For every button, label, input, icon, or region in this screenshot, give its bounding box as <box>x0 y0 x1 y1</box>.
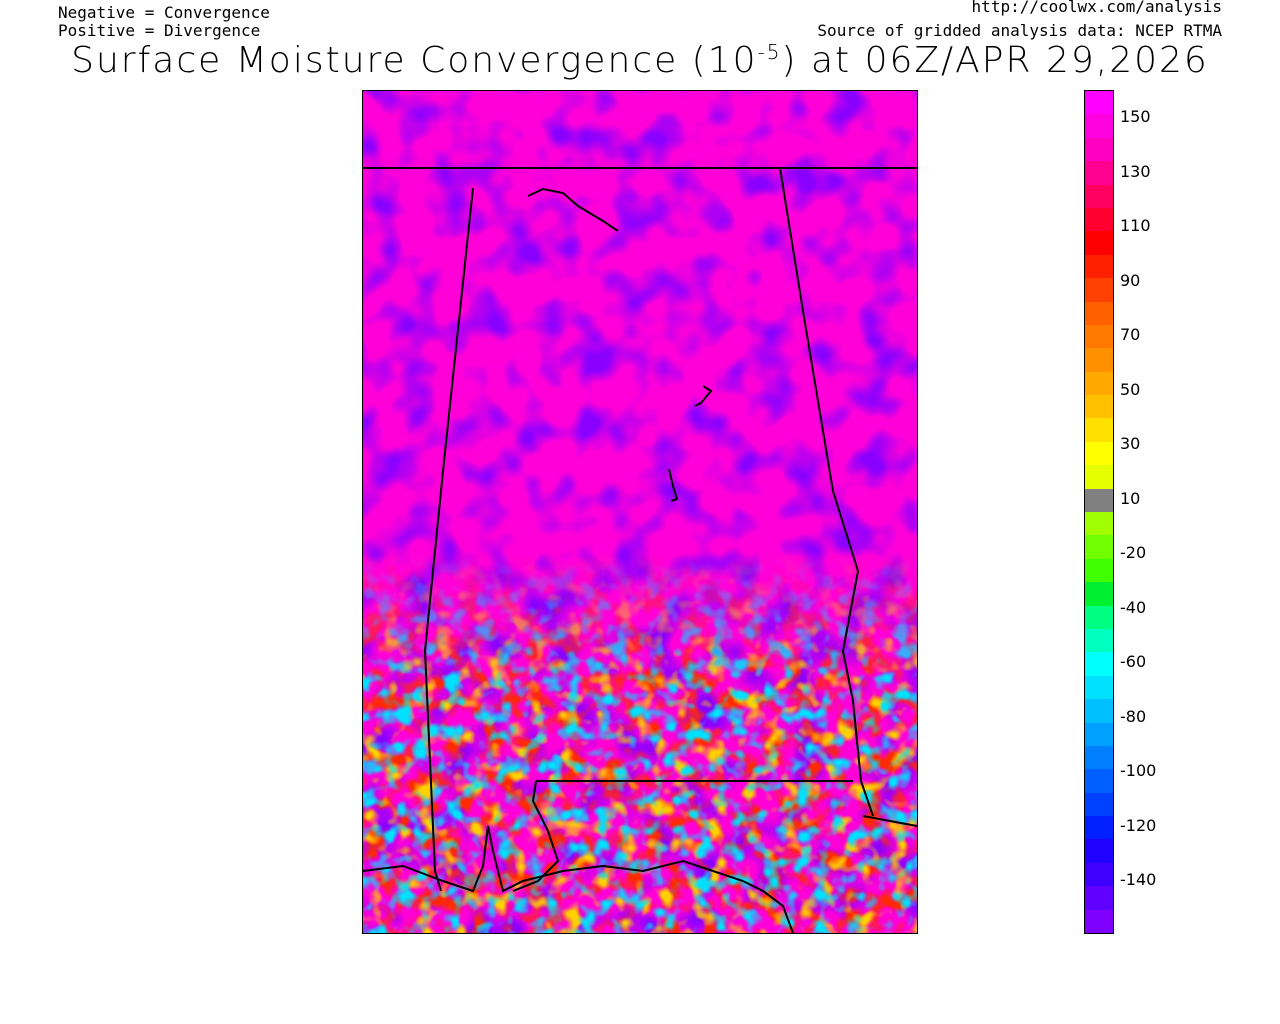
colorbar-tick-label: 90 <box>1120 270 1141 290</box>
colorbar-segment <box>1085 628 1113 653</box>
colorbar-segment <box>1085 231 1113 256</box>
colorbar-tick-label: -100 <box>1120 761 1157 780</box>
colorbar-tick-label: 30 <box>1120 434 1141 453</box>
data-source-note: Source of gridded analysis data: NCEP RT… <box>817 21 1222 40</box>
colorbar-segment <box>1085 745 1113 770</box>
colorbar-segment <box>1085 512 1113 536</box>
colorbar-segment <box>1085 348 1113 373</box>
colorbar-tick-label: -20 <box>1120 543 1147 562</box>
colorbar-tick-label: 50 <box>1120 379 1141 399</box>
colorbar-segment <box>1085 605 1113 630</box>
colorbar-segment <box>1085 862 1113 887</box>
colorbar-tick-label: -80 <box>1120 706 1147 726</box>
colorbar-tick-label: 130 <box>1120 161 1151 181</box>
colorbar-tick-label: 150 <box>1120 107 1151 126</box>
colorbar-segment <box>1085 371 1113 396</box>
colorbar-segment <box>1085 418 1113 443</box>
source-url[interactable]: http://coolwx.com/analysis <box>972 0 1222 16</box>
colorbar-segment <box>1085 886 1113 911</box>
colorbar-segment <box>1085 184 1113 209</box>
colorbar-tick-label: 10 <box>1120 488 1141 508</box>
colorbar-tick-label: -120 <box>1120 815 1157 835</box>
colorbar-tick-label: -140 <box>1120 870 1157 889</box>
colorbar-tick-label: -60 <box>1120 652 1147 671</box>
colorbar-tick-label: -40 <box>1120 597 1147 617</box>
colorbar-segment <box>1085 535 1113 560</box>
colorbar-segment <box>1085 558 1113 583</box>
colorbar-segment <box>1085 395 1113 420</box>
colorbar-segment <box>1085 769 1113 794</box>
colorbar-tick-label: 110 <box>1120 216 1151 235</box>
map-figure: Negative = Convergence Positive = Diverg… <box>0 0 1280 1024</box>
colorbar-segment <box>1085 207 1113 232</box>
colorbar-segment <box>1085 652 1113 677</box>
colorbar-segment <box>1085 792 1113 817</box>
colorbar-segment <box>1085 909 1113 933</box>
legend-note-positive: Positive = Divergence <box>58 21 261 40</box>
colorbar-segment <box>1085 699 1113 724</box>
title-main: Surface Moisture Convergence (10 <box>71 40 758 81</box>
colorbar-segment <box>1085 254 1113 279</box>
colorbar-segment <box>1085 278 1113 303</box>
colorbar-segment <box>1085 839 1113 864</box>
colorbar-tick-label: 70 <box>1120 325 1141 344</box>
map-canvas <box>363 91 917 933</box>
colorbar-segment <box>1085 161 1113 186</box>
colorbar-segment <box>1085 816 1113 841</box>
colorbar-segment <box>1085 582 1113 607</box>
colorbar-segment <box>1085 91 1113 115</box>
colorbar-segment <box>1085 675 1113 700</box>
map-panel <box>362 90 918 934</box>
colorbar-segment <box>1085 722 1113 747</box>
colorbar-segment <box>1085 114 1113 139</box>
colorbar <box>1084 90 1114 934</box>
field-southern-mix <box>363 91 917 933</box>
colorbar-segment <box>1085 137 1113 162</box>
colorbar-segment <box>1085 488 1113 513</box>
colorbar-segment <box>1085 441 1113 466</box>
title-tail: ) at 06Z/APR 29,2026 <box>781 40 1209 81</box>
colorbar-segment <box>1085 301 1113 326</box>
title-exponent: -5 <box>757 40 782 64</box>
colorbar-segment <box>1085 324 1113 349</box>
map-title: Surface Moisture Convergence (10-5) at 0… <box>0 40 1280 81</box>
legend-note-negative: Negative = Convergence <box>58 3 270 22</box>
colorbar-segment <box>1085 465 1113 490</box>
